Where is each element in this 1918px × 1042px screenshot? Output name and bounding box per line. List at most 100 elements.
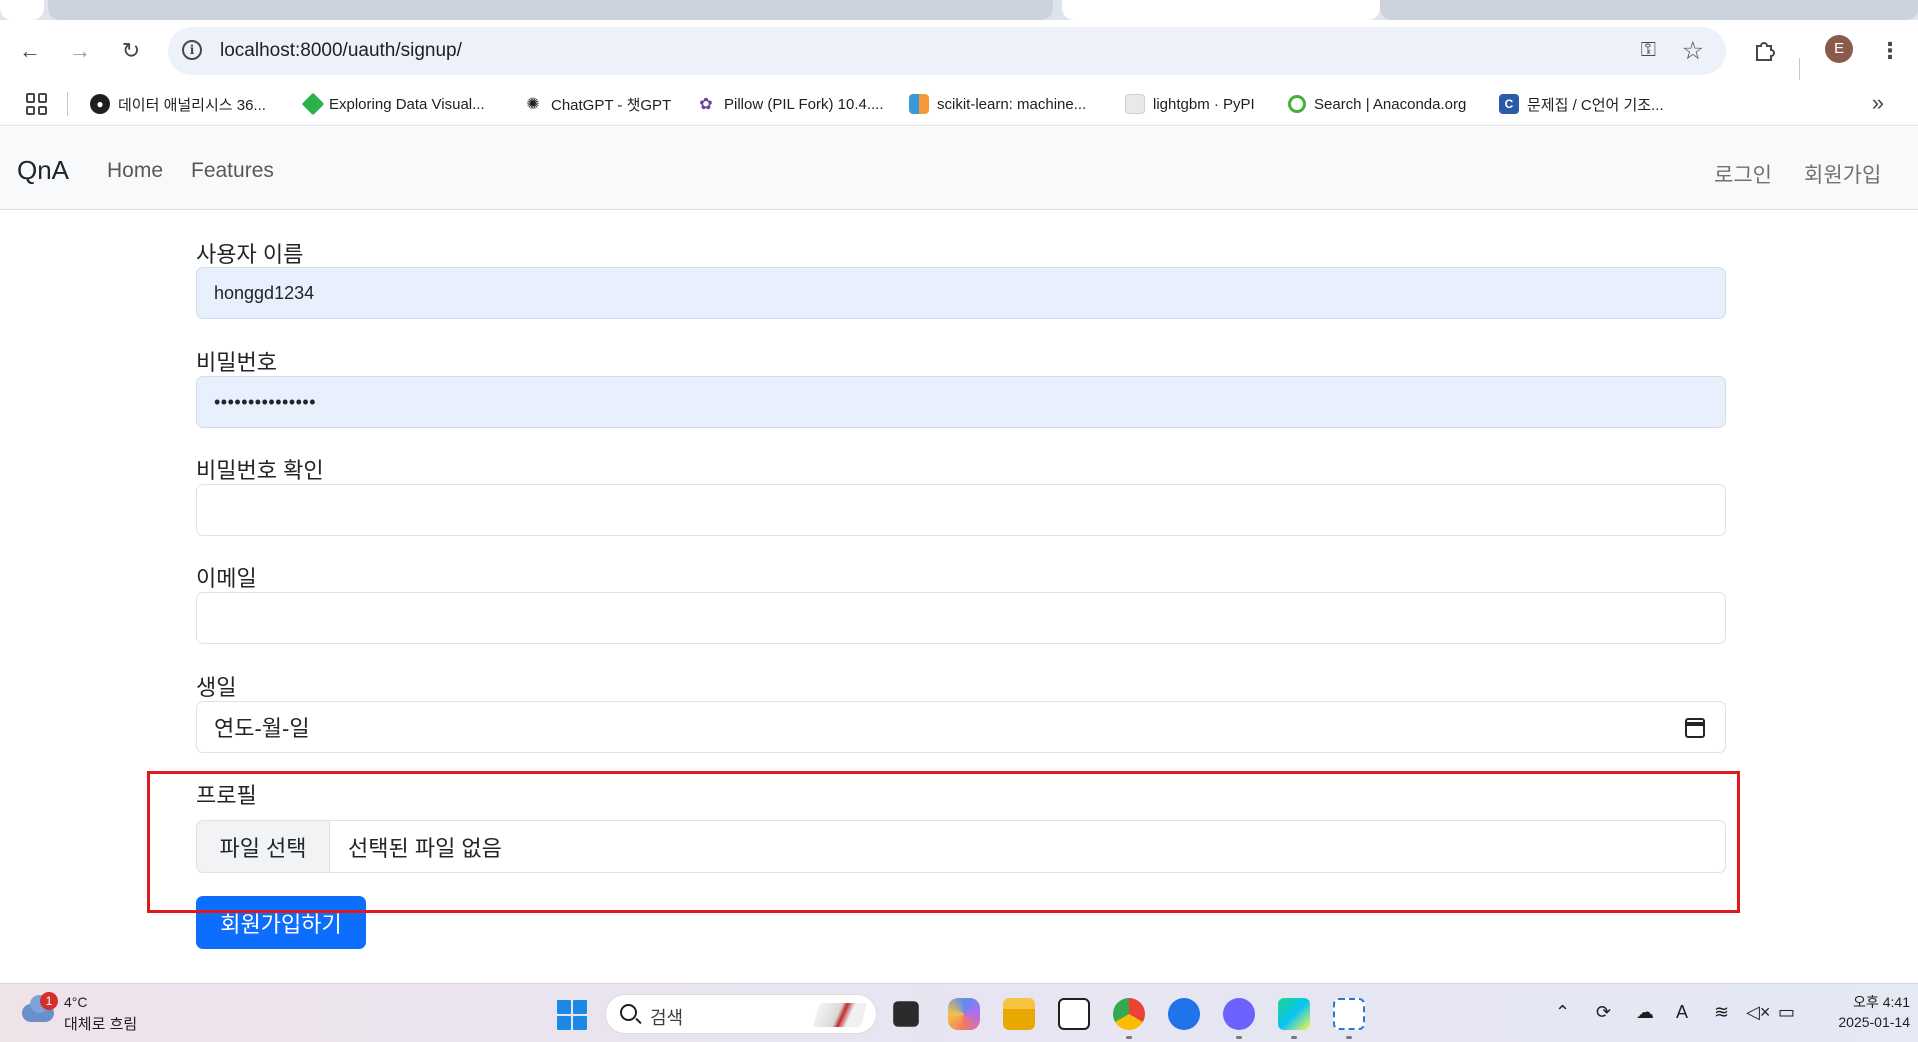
more-bookmarks-chevron-icon[interactable]: »: [1872, 90, 1884, 116]
bookmark-label: lightgbm · PyPI: [1153, 95, 1255, 113]
birthday-date-input[interactable]: 연도-월-일: [196, 701, 1726, 753]
browser-toolbar: ← → ↻ i localhost:8000/uauth/signup/ ⚿ ☆…: [0, 20, 1918, 82]
bookmark-item[interactable]: lightgbm · PyPI: [1125, 92, 1255, 116]
bookmark-item[interactable]: Search | Anaconda.org: [1288, 92, 1466, 116]
reload-button[interactable]: ↻: [113, 33, 149, 69]
bookmark-label: Search | Anaconda.org: [1314, 95, 1467, 113]
snipping-tool-icon[interactable]: [1333, 998, 1365, 1030]
reload-icon: ↻: [121, 38, 141, 63]
github-icon: ●: [90, 94, 110, 114]
task-view-icon[interactable]: [893, 1001, 919, 1027]
chrome-icon[interactable]: [1113, 998, 1145, 1030]
sync-icon[interactable]: ⟳: [1596, 1002, 1611, 1023]
url-text[interactable]: localhost:8000/uauth/signup/: [220, 40, 462, 62]
email-input[interactable]: [196, 592, 1726, 644]
chrome-menu-button[interactable]: ⋮: [1872, 33, 1908, 69]
birthday-placeholder: 연도-월-일: [214, 716, 310, 741]
discord-icon[interactable]: [1223, 998, 1255, 1030]
cube-icon: [1125, 94, 1145, 114]
puzzle-icon: [1756, 42, 1775, 61]
copilot-icon[interactable]: [948, 998, 980, 1030]
clock-time: 오후 4:41: [1853, 994, 1910, 1010]
system-clock[interactable]: 오후 4:41 2025-01-14: [1800, 992, 1910, 1032]
navbar-brand[interactable]: QnA: [17, 155, 69, 186]
bookmark-item[interactable]: C 문제집 / C언어 기조...: [1499, 92, 1664, 116]
tray-overflow-chevron-icon[interactable]: ⌃: [1555, 1002, 1570, 1023]
weather-widget[interactable]: 1 4°C 대체로 흐림: [22, 992, 182, 1036]
bookmark-item[interactable]: Exploring Data Visual...: [301, 92, 485, 116]
profile-avatar[interactable]: E: [1825, 35, 1853, 63]
bookmark-item[interactable]: ✺ ChatGPT - 챗GPT: [523, 92, 671, 116]
anaconda-icon: [1288, 95, 1306, 113]
clock-date: 2025-01-14: [1838, 1014, 1910, 1030]
tab-strip: [0, 0, 1918, 20]
notion-icon[interactable]: [1058, 998, 1090, 1030]
bookmark-label: scikit-learn: machine...: [937, 95, 1087, 113]
search-icon: [620, 1004, 637, 1021]
file-explorer-icon[interactable]: [1003, 998, 1035, 1030]
nav-link-signup[interactable]: 회원가입: [1804, 159, 1881, 189]
toolbar-divider: [1799, 58, 1800, 80]
site-info-icon[interactable]: i: [182, 40, 202, 60]
address-bar[interactable]: i localhost:8000/uauth/signup/ ⚿ ☆: [168, 27, 1726, 75]
bookmark-item[interactable]: ✿ Pillow (PIL Fork) 10.4....: [696, 92, 884, 116]
username-label: 사용자 이름: [196, 242, 304, 267]
username-input[interactable]: honggd1234: [196, 267, 1726, 319]
weather-badge: 1: [40, 992, 58, 1010]
username-value: honggd1234: [214, 282, 315, 303]
diamond-icon: [301, 92, 325, 116]
email-label: 이메일: [196, 566, 257, 591]
battery-icon[interactable]: ▭: [1778, 1002, 1795, 1023]
extensions-button[interactable]: [1746, 33, 1782, 69]
back-arrow-icon: ←: [19, 38, 41, 63]
back-button[interactable]: ←: [12, 33, 48, 69]
chart-icon: [909, 94, 929, 114]
calendar-icon[interactable]: [1685, 718, 1705, 738]
taskbar-search[interactable]: 검색: [605, 994, 877, 1034]
bookmark-label: Pillow (PIL Fork) 10.4....: [724, 95, 884, 113]
bookmark-item[interactable]: scikit-learn: machine...: [909, 92, 1086, 116]
tab-inactive-right[interactable]: [1380, 0, 1918, 20]
password-label: 비밀번호: [196, 350, 277, 375]
bookmark-star-icon[interactable]: ☆: [1682, 36, 1704, 66]
nav-link-login[interactable]: 로그인: [1714, 159, 1772, 189]
birthday-label: 생일: [196, 675, 237, 700]
password-input[interactable]: •••••••••••••••: [196, 376, 1726, 428]
apps-grid-icon[interactable]: [26, 93, 48, 115]
password-value: •••••••••••••••: [214, 391, 317, 412]
openai-icon: ✺: [526, 96, 540, 113]
pycharm-running-indicator: [1291, 1036, 1297, 1039]
bookmark-label: ChatGPT - 챗GPT: [551, 96, 672, 114]
search-highlight-book-icon: [812, 1003, 868, 1027]
snipping-running-indicator: [1346, 1036, 1352, 1039]
annotation-highlight-box: [147, 771, 1740, 913]
bookmark-label: 데이터 애널리시스 36...: [118, 96, 266, 114]
bookmark-item[interactable]: ● 데이터 애널리시스 36...: [90, 92, 266, 116]
bookmarks-divider: [67, 92, 68, 116]
tab-inactive[interactable]: [48, 0, 1053, 20]
python-icon: ✿: [699, 96, 713, 113]
nav-link-features[interactable]: Features: [191, 159, 274, 183]
windows-taskbar: 1 4°C 대체로 흐림 검색 ⌃ ⟳ ☁ A ≋ ◁× ▭ 오후 4:41 2…: [0, 983, 1918, 1042]
weather-description: 대체로 흐림: [64, 1016, 138, 1033]
forward-button[interactable]: →: [62, 33, 98, 69]
bookmark-label: Exploring Data Visual...: [329, 95, 485, 113]
nav-link-home[interactable]: Home: [107, 159, 163, 183]
password-key-icon[interactable]: ⚿: [1641, 39, 1656, 62]
wifi-icon[interactable]: ≋: [1714, 1002, 1729, 1023]
forward-arrow-icon: →: [69, 38, 91, 63]
bookmarks-bar: ● 데이터 애널리시스 36... Exploring Data Visual.…: [0, 82, 1918, 126]
chrome-running-indicator: [1126, 1036, 1132, 1039]
tab-pinned[interactable]: [0, 0, 44, 20]
maps-pin-icon[interactable]: [1168, 998, 1200, 1030]
windows-start-icon[interactable]: [557, 1000, 587, 1030]
onedrive-cloud-icon[interactable]: ☁: [1636, 1002, 1654, 1023]
discord-running-indicator: [1236, 1036, 1242, 1039]
password-confirm-input[interactable]: [196, 484, 1726, 536]
c-icon: C: [1499, 94, 1519, 114]
pycharm-icon[interactable]: [1278, 998, 1310, 1030]
site-navbar: QnA Home Features 로그인 회원가입: [0, 127, 1918, 210]
tab-active[interactable]: [1062, 0, 1380, 20]
volume-muted-icon[interactable]: ◁×: [1746, 1002, 1770, 1023]
ime-language-icon[interactable]: A: [1676, 1002, 1688, 1023]
